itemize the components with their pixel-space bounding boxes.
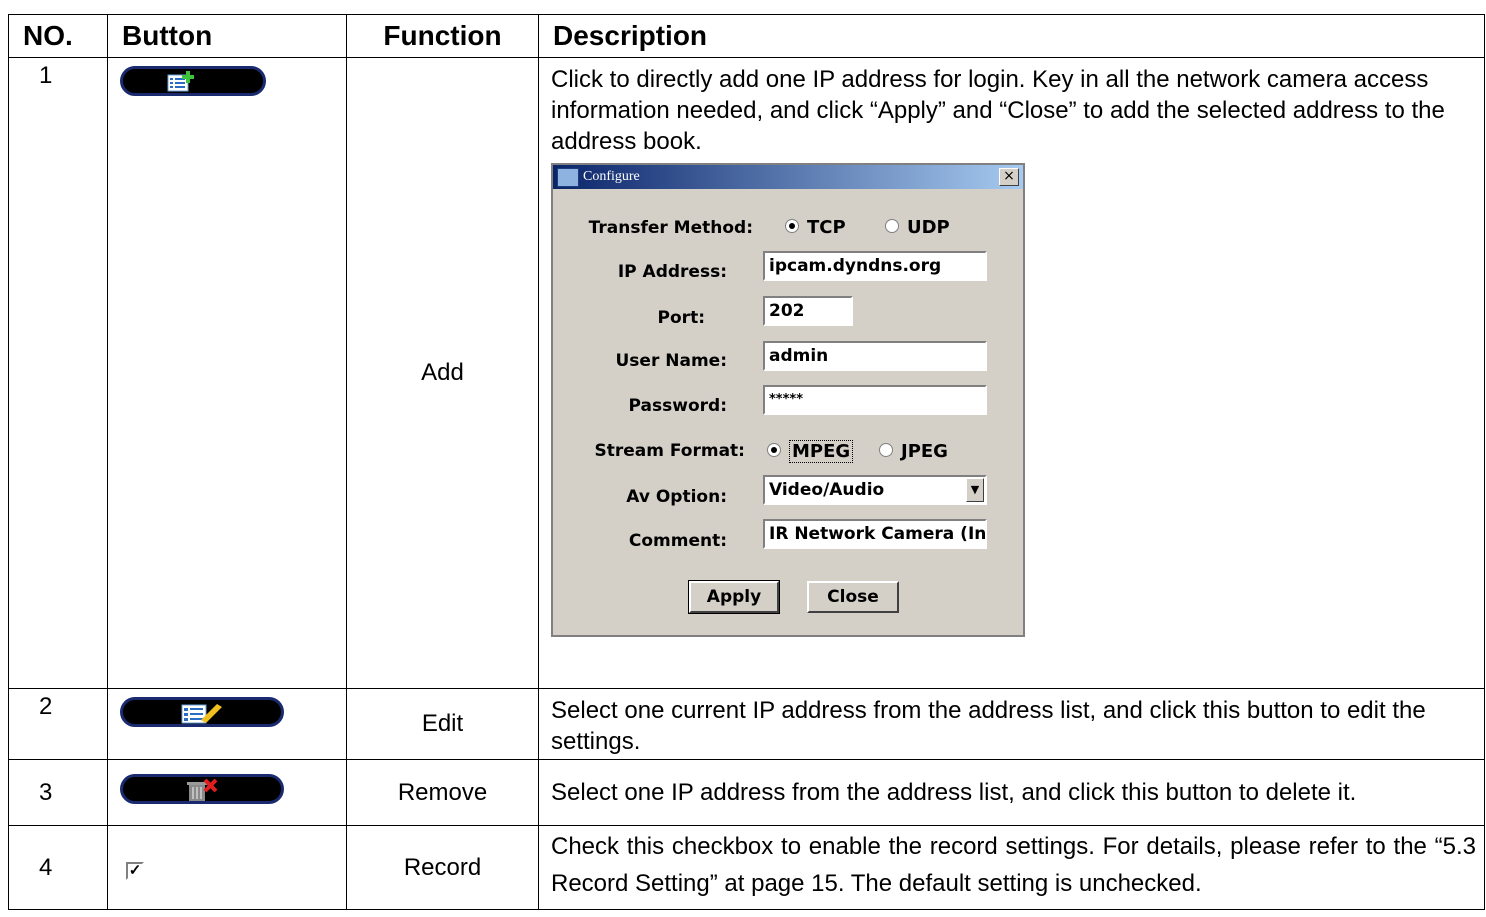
table-row: 2 Edit Select one current IP address fro… (8, 688, 1485, 760)
configure-dialog: Configure × Transfer Method: TCP UDP IP … (551, 163, 1025, 637)
table-row: 4 ✓ Record Check this checkbox to enable… (8, 825, 1485, 910)
record-checkbox[interactable]: ✓ (126, 861, 144, 880)
port-input[interactable]: 202 (763, 296, 853, 326)
jpeg-radio[interactable]: JPEG (879, 436, 948, 467)
ip-address-label: IP Address: (617, 262, 727, 282)
radio-icon (885, 219, 899, 233)
function-cell: Remove (346, 759, 539, 826)
remove-address-icon (187, 779, 218, 801)
close-button[interactable]: Close (807, 581, 899, 613)
header-function: Function (346, 14, 539, 58)
user-name-label: User Name: (615, 351, 728, 371)
description-cell: Check this checkbox to enable the record… (538, 825, 1485, 910)
comment-input[interactable]: IR Network Camera (In (763, 519, 987, 549)
table-row: 3 Remove Select one IP address from the … (8, 759, 1485, 826)
button-cell (107, 57, 347, 689)
edit-address-icon (181, 704, 222, 724)
row-number: 4 (8, 825, 108, 910)
description-cell: Click to directly add one IP address for… (538, 57, 1485, 689)
chevron-down-icon[interactable]: ▼ (966, 478, 984, 502)
add-address-icon (167, 71, 194, 92)
mpeg-radio[interactable]: MPEG (767, 436, 854, 467)
av-option-select[interactable]: Video/Audio ▼ (763, 475, 987, 505)
button-cell (107, 759, 347, 826)
button-cell: ✓ (107, 825, 347, 910)
tcp-label: TCP (807, 217, 846, 238)
tcp-radio[interactable]: TCP (785, 212, 846, 243)
user-name-input[interactable]: admin (763, 341, 987, 371)
transfer-method-label: Transfer Method: (588, 218, 753, 238)
udp-radio[interactable]: UDP (885, 212, 950, 243)
password-input[interactable]: ***** (763, 385, 987, 415)
radio-selected-icon (785, 219, 799, 233)
header-no: NO. (8, 14, 108, 58)
av-option-label: Av Option: (626, 487, 727, 507)
stream-format-label: Stream Format: (594, 441, 746, 461)
ip-address-input[interactable]: ipcam.dyndns.org (763, 251, 987, 281)
dialog-title: Configure (583, 169, 640, 184)
header-description: Description (538, 14, 1485, 58)
description-text: Click to directly add one IP address for… (551, 66, 1445, 155)
remove-button[interactable] (120, 774, 284, 804)
row-number: 3 (8, 759, 108, 826)
port-label: Port: (657, 308, 705, 328)
button-cell (107, 688, 347, 760)
add-button[interactable] (120, 66, 266, 96)
row-number: 1 (8, 57, 108, 689)
edit-button[interactable] (120, 697, 284, 727)
description-cell: Select one IP address from the address l… (538, 759, 1485, 826)
radio-selected-icon (767, 443, 781, 457)
button-function-table: NO. Button Function Description 1 Add Cl… (8, 14, 1485, 910)
app-icon (557, 168, 579, 187)
table-header-row: NO. Button Function Description (8, 14, 1485, 58)
mpeg-label: MPEG (789, 440, 854, 463)
header-button: Button (107, 14, 347, 58)
close-icon[interactable]: × (999, 168, 1019, 186)
function-cell: Edit (346, 688, 539, 760)
function-cell: Record (346, 825, 539, 910)
radio-icon (879, 443, 893, 457)
table-row: 1 Add Click to directly add one IP addre… (8, 57, 1485, 689)
jpeg-label: JPEG (901, 441, 948, 462)
row-number: 2 (8, 688, 108, 760)
comment-label: Comment: (628, 531, 727, 551)
udp-label: UDP (907, 217, 950, 238)
apply-button[interactable]: Apply (688, 580, 780, 614)
av-option-value: Video/Audio (769, 480, 885, 500)
function-cell: Add (346, 57, 539, 689)
password-label: Password: (628, 396, 727, 416)
dialog-title-bar: Configure × (553, 165, 1023, 189)
description-cell: Select one current IP address from the a… (538, 688, 1485, 760)
